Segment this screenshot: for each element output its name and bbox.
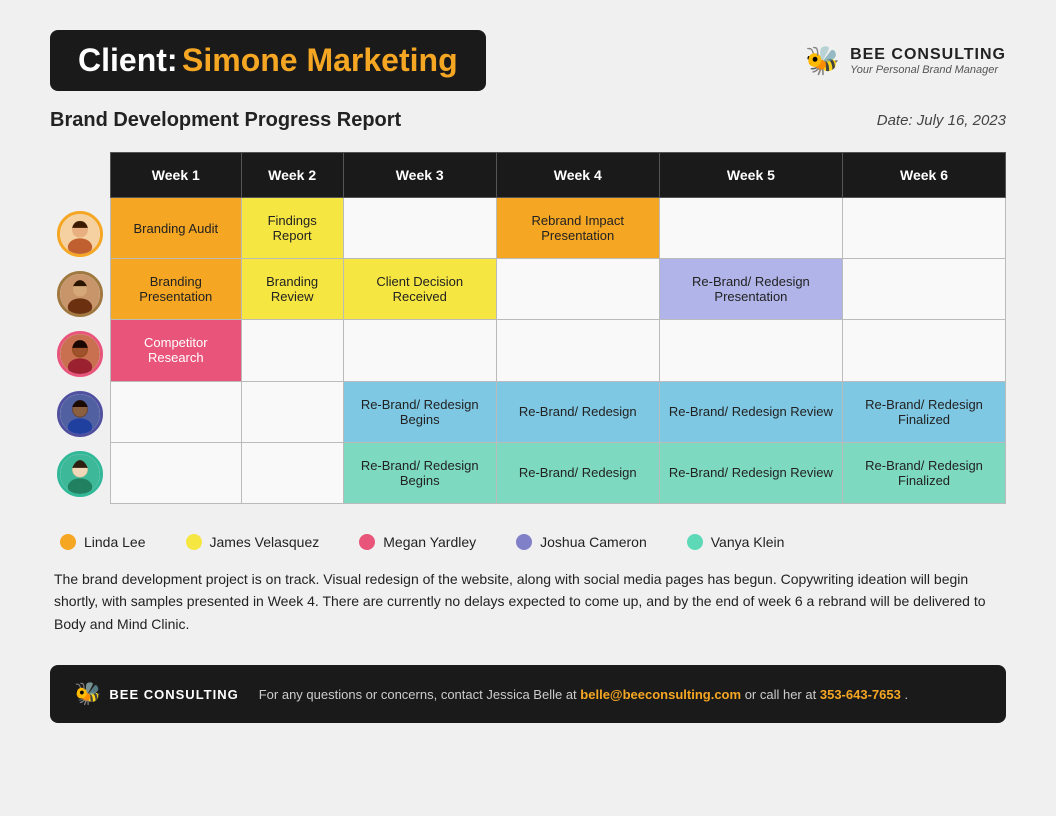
progress-table: Week 1Week 2Week 3Week 4Week 5Week 6 Bra… [110,152,1006,504]
legend-item: James Velasquez [186,534,320,550]
table-cell: Re-Brand/ Redesign Begins [343,381,496,442]
footer: 🐝 BEE CONSULTING For any questions or co… [50,665,1006,723]
legend: Linda Lee James Velasquez Megan Yardley Jos… [50,534,1006,550]
table-header-cell: Week 2 [241,153,343,198]
table-cell [496,320,659,381]
legend-item: Vanya Klein [687,534,785,550]
table-header-cell: Week 6 [843,153,1006,198]
avatar-cell [50,444,110,504]
footer-or-call: or call her at [745,687,817,702]
table-cell [111,381,242,442]
logo-text: BEE CONSULTING Your Personal Brand Manag… [850,46,1006,76]
table-cell: Re-Brand/ Redesign Finalized [843,442,1006,503]
description-text: The brand development project is on trac… [50,568,1006,635]
table-cell: Branding Presentation [111,259,242,320]
legend-dot [687,534,703,550]
table-row: Re-Brand/ Redesign BeginsRe-Brand/ Redes… [111,381,1006,442]
avatar-column [50,152,110,504]
table-cell: Re-Brand/ Redesign Begins [343,442,496,503]
table-header-cell: Week 1 [111,153,242,198]
table-cell: Rebrand Impact Presentation [496,198,659,259]
company-name: BEE CONSULTING [850,46,1006,64]
footer-bee-icon: 🐝 [74,681,101,707]
avatar-cell [50,324,110,384]
table-row: Competitor Research [111,320,1006,381]
table-cell [241,320,343,381]
footer-contact-text: For any questions or concerns, contact J… [259,687,577,702]
avatar-cell [50,384,110,444]
table-cell: Competitor Research [111,320,242,381]
legend-label: Vanya Klein [711,534,785,550]
legend-label: Linda Lee [84,534,146,550]
avatar-cell [50,204,110,264]
table-cell [343,320,496,381]
legend-dot [60,534,76,550]
table-row: Branding AuditFindings Report Rebrand Imp… [111,198,1006,259]
legend-label: James Velasquez [210,534,320,550]
legend-item: Megan Yardley [359,534,476,550]
avatar [57,211,103,257]
report-date: Date: July 16, 2023 [877,112,1006,129]
table-container: Week 1Week 2Week 3Week 4Week 5Week 6 Bra… [50,152,1006,504]
footer-contact: For any questions or concerns, contact J… [259,687,908,702]
table-cell [659,320,842,381]
table-cell [241,381,343,442]
table-cell: Branding Audit [111,198,242,259]
table-header-cell: Week 4 [496,153,659,198]
legend-item: Joshua Cameron [516,534,647,550]
client-title-box: Client: Simone Marketing [50,30,486,91]
report-title: Brand Development Progress Report [50,109,401,132]
table-cell: Re-Brand/ Redesign Review [659,381,842,442]
table-cell: Branding Review [241,259,343,320]
table-cell [843,320,1006,381]
table-row: Re-Brand/ Redesign BeginsRe-Brand/ Redes… [111,442,1006,503]
avatar [57,391,103,437]
tagline: Your Personal Brand Manager [850,64,1006,76]
table-cell [241,442,343,503]
table-row: Branding PresentationBranding ReviewClie… [111,259,1006,320]
avatar [57,451,103,497]
legend-label: Joshua Cameron [540,534,647,550]
footer-period: . [904,687,908,702]
avatar-cell [50,264,110,324]
footer-company-name: BEE CONSULTING [109,687,238,702]
table-cell [843,198,1006,259]
table-cell: Re-Brand/ Redesign Review [659,442,842,503]
table-cell [111,442,242,503]
client-label: Client: [78,42,178,78]
legend-item: Linda Lee [60,534,146,550]
sub-header: Brand Development Progress Report Date: … [50,109,1006,132]
table-cell: Re-Brand/ Redesign [496,442,659,503]
table-cell [496,259,659,320]
legend-dot [516,534,532,550]
table-header-row: Week 1Week 2Week 3Week 4Week 5Week 6 [111,153,1006,198]
table-cell [843,259,1006,320]
avatar [57,271,103,317]
table-header-cell: Week 3 [343,153,496,198]
table-header-cell: Week 5 [659,153,842,198]
table-cell: Re-Brand/ Redesign Finalized [843,381,1006,442]
bee-icon: 🐝 [805,44,840,77]
legend-dot [186,534,202,550]
table-cell: Re-Brand/ Redesign Presentation [659,259,842,320]
table-cell [659,198,842,259]
logo-area: 🐝 BEE CONSULTING Your Personal Brand Man… [805,44,1006,77]
avatar [57,331,103,377]
table-cell: Findings Report [241,198,343,259]
table-cell: Client Decision Received [343,259,496,320]
legend-label: Megan Yardley [383,534,476,550]
table-cell: Re-Brand/ Redesign [496,381,659,442]
page-header: Client: Simone Marketing 🐝 BEE CONSULTIN… [50,30,1006,91]
footer-logo: 🐝 BEE CONSULTING [74,681,239,707]
table-cell [343,198,496,259]
client-name: Simone Marketing [182,42,458,78]
footer-email[interactable]: belle@beeconsulting.com [580,687,741,702]
legend-dot [359,534,375,550]
footer-phone[interactable]: 353-643-7653 [820,687,901,702]
